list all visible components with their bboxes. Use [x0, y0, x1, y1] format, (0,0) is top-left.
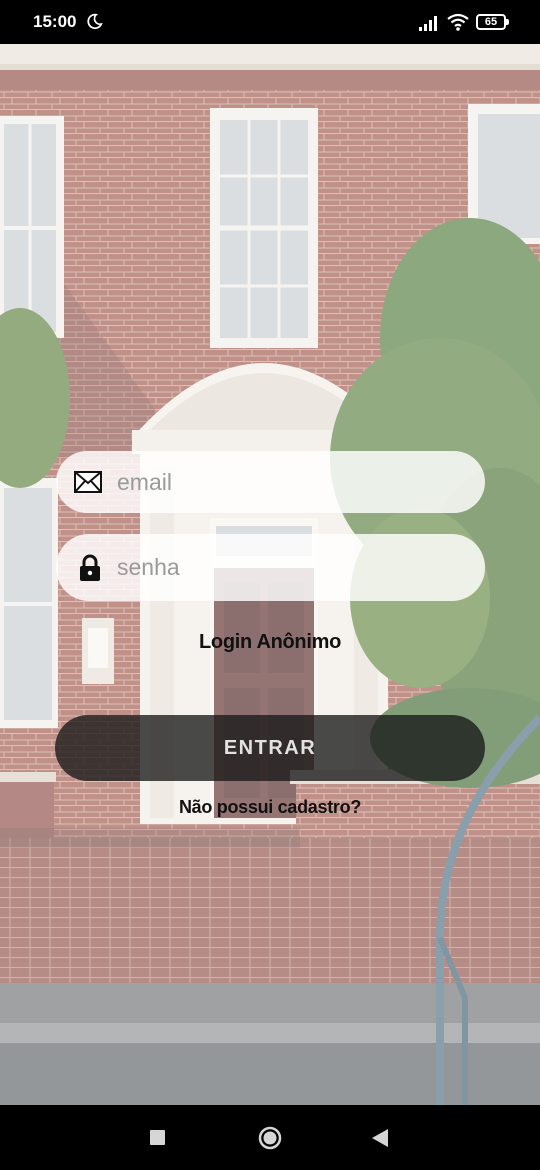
status-bar: 15:00 65: [0, 0, 540, 44]
envelope-icon: [74, 471, 102, 493]
anonymous-login-link[interactable]: Login Anônimo: [0, 631, 540, 654]
navigation-bar: [0, 1105, 540, 1170]
login-button[interactable]: ENTRAR: [55, 715, 485, 781]
recents-icon[interactable]: [150, 1130, 165, 1145]
login-screen: 15:00 65 email Login Anônimo ENTRAR Não …: [0, 0, 540, 1170]
home-icon[interactable]: [258, 1126, 282, 1150]
email-input[interactable]: [117, 451, 467, 513]
signal-icon: [419, 16, 437, 31]
battery-icon: 65: [476, 14, 509, 30]
lock-icon: [80, 554, 100, 581]
password-field[interactable]: [56, 534, 485, 601]
battery-level: 65: [484, 16, 498, 28]
wifi-icon: [447, 13, 469, 31]
signup-link[interactable]: Não possui cadastro?: [0, 797, 540, 818]
back-icon[interactable]: [371, 1128, 389, 1148]
status-time: 15:00: [33, 12, 77, 31]
moon-icon: [87, 13, 103, 30]
email-field[interactable]: [56, 451, 485, 513]
password-input[interactable]: [117, 534, 467, 601]
